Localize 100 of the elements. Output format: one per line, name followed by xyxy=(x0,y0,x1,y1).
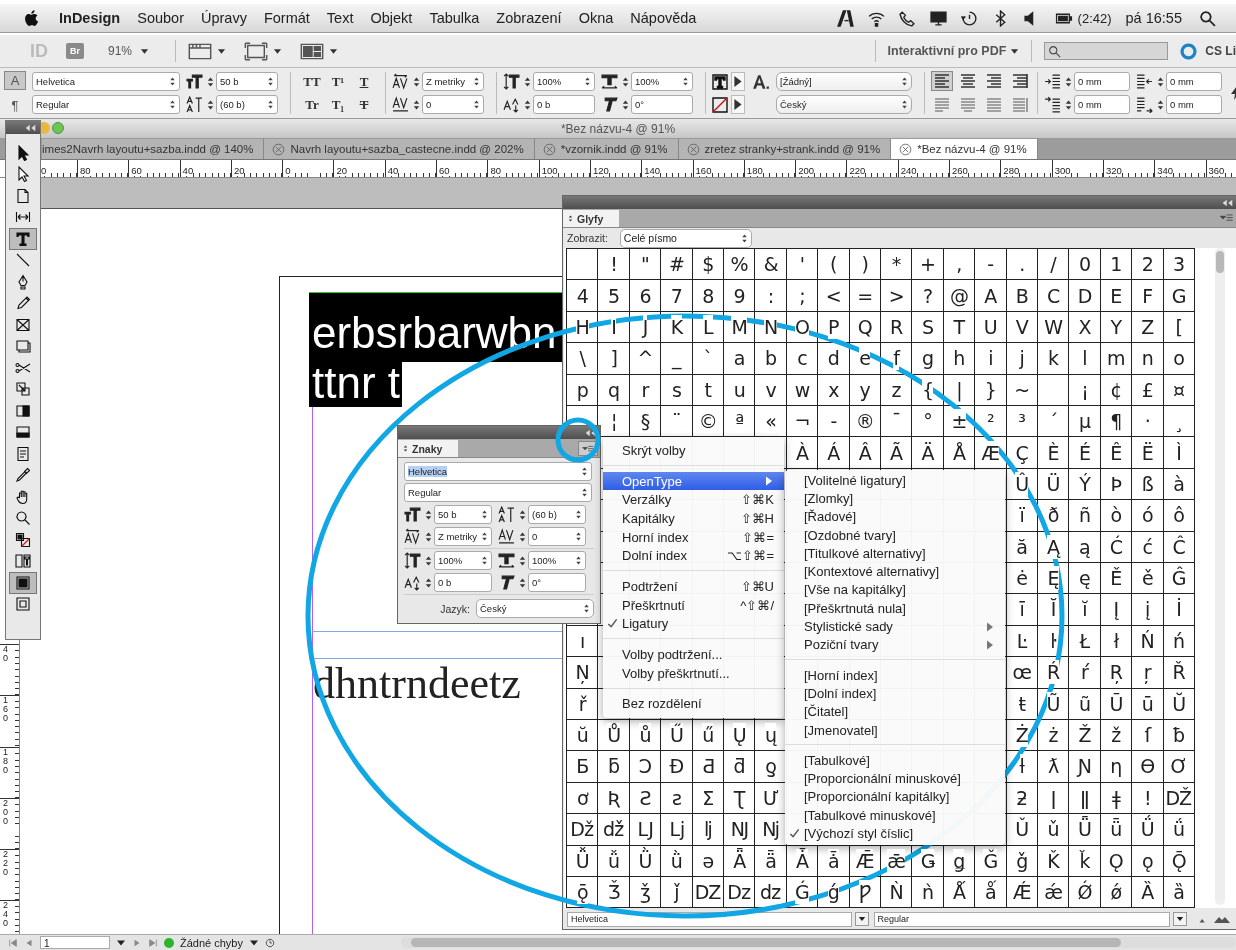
first-page-icon[interactable] xyxy=(8,937,18,948)
glyph[interactable]: J xyxy=(642,314,648,339)
font-style-field[interactable]: Regular xyxy=(404,483,592,502)
font-style-field[interactable]: Regular xyxy=(873,911,1170,927)
menu-item[interactable]: Přeškrtnutí ^⇧⌘/ xyxy=(603,595,784,615)
app-menu[interactable]: InDesign xyxy=(59,10,121,26)
menu-item[interactable]: Zobrazení xyxy=(496,10,562,26)
document-tab[interactable]: *Bez názvu-4 @ 91% xyxy=(891,139,1038,159)
screen-mode-button[interactable] xyxy=(244,41,283,61)
phone-icon[interactable] xyxy=(898,9,916,27)
type-tool-tool[interactable] xyxy=(9,228,37,250)
font-field[interactable]: Helvetica xyxy=(32,72,180,91)
menu-item[interactable]: [Výchozí styl číslic] xyxy=(785,824,1005,843)
normal-mode-tool[interactable] xyxy=(9,572,37,594)
font-size-field[interactable]: 50 b xyxy=(434,505,492,524)
document-tab[interactable]: Navrh layoutu+sazba_castecne.indd @ 202% xyxy=(264,139,535,159)
text-format-button[interactable]: T¹ xyxy=(327,72,349,91)
menu-item[interactable]: [Proporcionální minuskové] xyxy=(785,769,1005,788)
menu-item[interactable]: Okna xyxy=(578,10,614,26)
search-field[interactable] xyxy=(1044,42,1169,60)
menu-item[interactable]: Soubor xyxy=(137,10,184,26)
skew-field[interactable]: 0° xyxy=(631,95,693,114)
last-line-indent-field[interactable]: 0 mm xyxy=(1166,95,1222,114)
page-number-field[interactable]: 1 xyxy=(40,936,110,949)
menu-item[interactable]: Stylistické sady xyxy=(785,617,1005,636)
font-size-field[interactable]: 50 b xyxy=(216,72,278,91)
menu-item[interactable]: Verzálky ⇧⌘K xyxy=(603,490,784,510)
collapse-icon[interactable] xyxy=(1221,198,1234,207)
baseline-shift-field[interactable]: 0 b xyxy=(434,573,492,592)
menu-item[interactable]: Podtržení ⇧⌘U xyxy=(603,577,784,596)
text-format-button[interactable]: T xyxy=(353,95,375,114)
glyphs-tab[interactable]: Glyfy xyxy=(563,210,620,227)
vertical-scrollbar[interactable] xyxy=(1214,248,1225,905)
menu-item[interactable]: [Zlomky] xyxy=(785,489,1005,508)
right-indent-field[interactable]: 0 mm xyxy=(1166,72,1222,91)
menu-item[interactable]: Skrýt volby xyxy=(603,441,784,460)
menu-item[interactable]: Volby podtržení... xyxy=(603,645,784,664)
next-page-icon[interactable] xyxy=(132,937,142,948)
document-tab[interactable]: *vzornik.indd @ 91% xyxy=(534,139,679,159)
horizontal-scale-field[interactable]: 100% xyxy=(528,551,586,570)
collapse-icon[interactable] xyxy=(24,123,37,132)
menu-item[interactable]: [Vše na kapitálky] xyxy=(785,580,1005,600)
preflight-menu-icon[interactable] xyxy=(265,937,275,948)
vertical-scale-field[interactable]: 100% xyxy=(533,72,595,91)
left-indent-field[interactable]: 0 mm xyxy=(1074,72,1130,91)
menu-item[interactable]: Volby přeškrtnutí... xyxy=(603,663,784,683)
menu-item[interactable]: [Tabulkové minuskové] xyxy=(785,806,1005,825)
menu-item[interactable]: Dolní index ⌥⇧⌘= xyxy=(603,546,784,566)
menu-item[interactable]: [Kontextové alternativy] xyxy=(785,562,1005,581)
text-format-button[interactable]: T xyxy=(353,72,375,91)
apple-icon[interactable] xyxy=(24,9,41,27)
previous-page-icon[interactable] xyxy=(24,937,34,948)
preflight-status[interactable]: Žádné chyby xyxy=(180,936,243,949)
document-tab[interactable]: zretez stranky+strank.indd @ 91% xyxy=(678,139,892,159)
horizontal-scrollbar[interactable] xyxy=(401,937,1236,948)
paragraph-mode-button[interactable]: ¶ xyxy=(4,96,26,115)
menu-item[interactable]: Text xyxy=(326,10,354,26)
menu-item[interactable]: [Proporcionální kapitálky] xyxy=(785,787,1005,807)
glyph[interactable]: Ż xyxy=(1015,723,1028,748)
menu-item[interactable]: Poziční tvary xyxy=(785,635,1005,654)
zoom-button[interactable] xyxy=(52,122,64,134)
menu-item[interactable]: Tabulka xyxy=(429,10,480,26)
glyph[interactable]: Ǵ xyxy=(795,880,809,904)
zoom-in-icon[interactable] xyxy=(1213,914,1233,925)
font-field[interactable]: Helvetica xyxy=(404,462,592,481)
clock[interactable]: pá 16:55 xyxy=(1125,10,1182,26)
menu-item[interactable]: OpenType xyxy=(603,471,784,491)
leading-field[interactable]: (60 b) xyxy=(216,95,278,114)
menu-item[interactable]: Formát xyxy=(263,10,310,26)
glyph[interactable]: Û xyxy=(1015,471,1029,496)
menu-item[interactable]: Horní index ⇧⌘= xyxy=(603,527,784,547)
tracking-field[interactable]: Z metriky xyxy=(422,72,484,91)
caret-icon[interactable] xyxy=(1173,912,1187,927)
kerning-field[interactable]: 0 xyxy=(528,527,586,546)
menu-item[interactable]: [Přeškrtnutá nula] xyxy=(785,599,1005,618)
menu-item[interactable]: Objekt xyxy=(370,10,413,26)
alignment-button[interactable] xyxy=(931,71,953,91)
menu-item[interactable]: Kapitálky ⇧⌘H xyxy=(603,509,784,528)
menu-item[interactable]: Ligatury xyxy=(603,614,784,634)
clock-arrow-icon[interactable] xyxy=(960,9,978,27)
skew-field[interactable]: 0° xyxy=(528,573,586,592)
character-style-dropdown[interactable]: [Žádný] xyxy=(776,72,912,91)
menu-item[interactable]: Úpravy xyxy=(201,10,247,26)
menu-item[interactable]: [Volitelné ligatury] xyxy=(785,471,1005,490)
zoom-dropdown[interactable]: 91% xyxy=(108,44,150,58)
text-format-button[interactable]: T₁ xyxy=(327,95,349,114)
language-dropdown[interactable]: Český xyxy=(776,95,912,114)
workspace-dropdown[interactable]: Interaktivní pro PDF xyxy=(887,44,1020,58)
glyph[interactable]: Ƿ xyxy=(858,880,871,904)
no-stroke-icon[interactable] xyxy=(712,96,728,113)
glyph[interactable]: ǰ xyxy=(674,880,679,904)
tracking-field[interactable]: Z metriky xyxy=(434,527,493,546)
glyph[interactable]: Ą xyxy=(1047,534,1060,559)
close-icon[interactable] xyxy=(899,142,913,156)
view-options-button[interactable] xyxy=(188,41,227,61)
glyph[interactable]: Ę xyxy=(1047,566,1059,591)
text-fill-icon[interactable] xyxy=(712,73,728,90)
horizontal-scale-field[interactable]: 100% xyxy=(631,72,693,91)
menu-item[interactable]: [Jmenovatel] xyxy=(785,720,1005,740)
ring-icon[interactable] xyxy=(1180,42,1198,60)
